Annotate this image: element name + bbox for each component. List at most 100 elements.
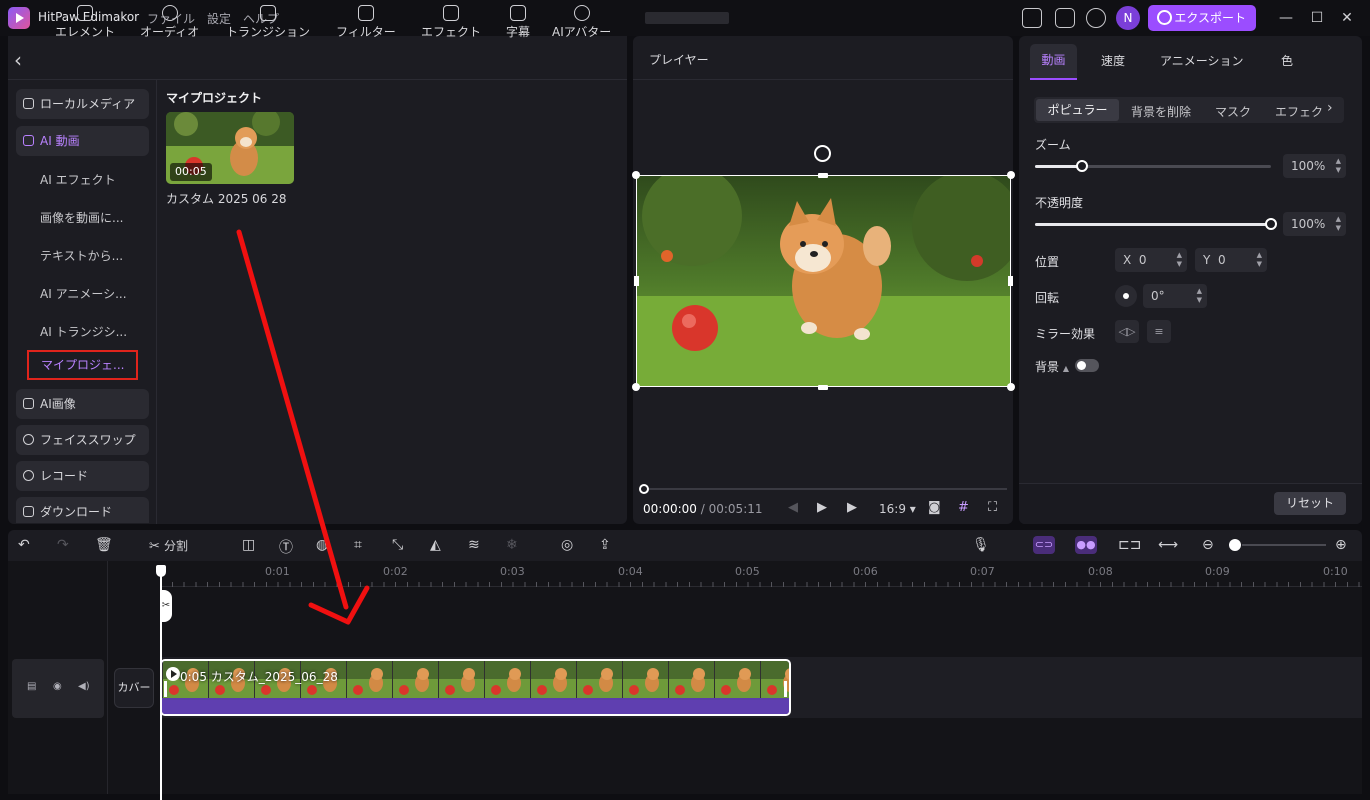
- text-icon[interactable]: Ⓣ: [279, 537, 293, 557]
- resize-handle[interactable]: [634, 276, 639, 286]
- sidebar-download[interactable]: ダウンロード: [16, 497, 149, 523]
- stepper-icon[interactable]: ▲ ▼: [1336, 157, 1341, 175]
- stepper-icon[interactable]: ▲ ▼: [1257, 251, 1262, 269]
- resize-handle[interactable]: [1008, 276, 1013, 286]
- freeze-icon[interactable]: ❄: [506, 537, 518, 553]
- opacity-slider[interactable]: [1035, 223, 1271, 226]
- resize-handle[interactable]: [632, 171, 640, 179]
- speaker-icon[interactable]: ◀): [78, 681, 90, 692]
- stepper-icon[interactable]: ▲ ▼: [1336, 215, 1341, 233]
- prev-frame-icon[interactable]: ◀: [788, 500, 798, 515]
- feedback-icon[interactable]: [1055, 8, 1075, 28]
- fullscreen-icon[interactable]: ⛶: [988, 500, 997, 515]
- tool-filter[interactable]: フィルター: [336, 2, 396, 40]
- reset-button[interactable]: リセット: [1274, 492, 1346, 515]
- tab-video[interactable]: 動画: [1030, 44, 1077, 80]
- resize-handle[interactable]: [1007, 171, 1015, 179]
- speed-icon[interactable]: ◍: [316, 537, 328, 553]
- cover-button[interactable]: カバー: [114, 668, 154, 708]
- magnet-icon[interactable]: ●●: [1075, 536, 1097, 554]
- rotation-input[interactable]: 0° ▲ ▼: [1143, 284, 1207, 308]
- minimize-icon[interactable]: —: [1277, 9, 1295, 27]
- zoom-slider[interactable]: [1035, 165, 1271, 168]
- rotate-icon[interactable]: [814, 145, 831, 162]
- chevron-right-icon[interactable]: ›: [1327, 100, 1333, 116]
- subtab-popular[interactable]: ポピュラー: [1036, 99, 1119, 121]
- tool-transition[interactable]: トランジション: [226, 2, 310, 40]
- sidebar-ai-video[interactable]: AI 動画: [16, 126, 149, 156]
- download-icon[interactable]: [1086, 8, 1106, 28]
- maximize-icon[interactable]: ☐: [1308, 9, 1326, 27]
- fit-icon[interactable]: ⟷: [1158, 537, 1178, 553]
- eye-icon[interactable]: ◉: [53, 681, 62, 692]
- video-preview[interactable]: [636, 175, 1011, 387]
- play-icon[interactable]: ▶: [817, 500, 827, 515]
- opacity-slider-knob[interactable]: [1265, 218, 1277, 230]
- grid-icon[interactable]: #: [958, 500, 969, 515]
- position-x-input[interactable]: X 0 ▲ ▼: [1115, 248, 1187, 272]
- tab-color[interactable]: 色: [1281, 52, 1293, 69]
- tab-speed[interactable]: 速度: [1101, 52, 1125, 69]
- zoom-in-icon[interactable]: ⊕: [1335, 537, 1347, 553]
- sidebar-subitem-ai-transition[interactable]: AI トランジシ...: [40, 323, 127, 340]
- ai-person-icon[interactable]: ◎: [561, 537, 573, 553]
- sidebar-subitem-my-project[interactable]: マイプロジェ...: [27, 350, 138, 380]
- mirror-vertical-icon[interactable]: ≡: [1147, 320, 1171, 343]
- video-clip[interactable]: 0:05 カスタム_2025_06_28: [160, 659, 791, 716]
- clip-trim-handle-left[interactable]: [164, 681, 167, 697]
- scissors-icon[interactable]: ✂: [160, 590, 172, 622]
- split-audio-icon[interactable]: ⊏⊐: [1118, 537, 1141, 553]
- stepper-icon[interactable]: ▲ ▼: [1197, 287, 1202, 305]
- resize-handle[interactable]: [818, 385, 828, 390]
- camera-icon[interactable]: ◙: [928, 500, 941, 515]
- tool-subtitle[interactable]: 字幕: [506, 2, 530, 40]
- subtab-remove-bg[interactable]: 背景を削除: [1131, 103, 1191, 120]
- tool-effect[interactable]: エフェクト: [421, 2, 481, 40]
- aspect-ratio-select[interactable]: 16:9 ▾: [879, 502, 916, 516]
- stepper-icon[interactable]: ▲ ▼: [1177, 251, 1182, 269]
- avatar[interactable]: N: [1116, 6, 1140, 30]
- delete-icon[interactable]: 🗑: [95, 537, 113, 553]
- timeline-zoom-knob[interactable]: [1229, 539, 1241, 551]
- resize-icon[interactable]: ⤡: [392, 537, 403, 553]
- clip-trim-handle-right[interactable]: [784, 681, 787, 697]
- link-icon[interactable]: ⊂⊃: [1033, 536, 1055, 554]
- zoom-input[interactable]: 100% ▲ ▼: [1283, 154, 1346, 178]
- close-icon[interactable]: ✕: [1338, 9, 1356, 27]
- position-y-input[interactable]: Y 0 ▲ ▼: [1195, 248, 1267, 272]
- tool-audio[interactable]: オーディオ: [140, 2, 199, 40]
- subtab-mask[interactable]: マスク: [1215, 103, 1251, 120]
- split-button[interactable]: ✂ 分割: [149, 537, 188, 554]
- opacity-input[interactable]: 100% ▲ ▼: [1283, 212, 1346, 236]
- sidebar-subitem-image-to-video[interactable]: 画像を動画に...: [40, 209, 123, 226]
- zoom-out-icon[interactable]: ⊖: [1202, 537, 1214, 553]
- resize-handle[interactable]: [818, 173, 828, 178]
- microphone-icon[interactable]: 🎙: [972, 537, 990, 553]
- sidebar-subitem-ai-animation[interactable]: AI アニメーシ...: [40, 285, 127, 302]
- layout-icon[interactable]: [1022, 8, 1042, 28]
- background-toggle[interactable]: [1075, 359, 1099, 372]
- scrubber-knob[interactable]: [639, 484, 649, 494]
- next-frame-icon[interactable]: ▶: [847, 500, 857, 515]
- sidebar-ai-image[interactable]: AI画像: [16, 389, 149, 419]
- mirror-icon[interactable]: ◭: [430, 537, 441, 553]
- mirror-horizontal-icon[interactable]: ◁▷: [1115, 320, 1139, 343]
- back-arrow-icon[interactable]: ‹: [14, 48, 22, 72]
- audio-wave-icon[interactable]: ≋: [468, 537, 480, 553]
- sidebar-local-media[interactable]: ローカルメディア: [16, 89, 149, 119]
- tab-animation[interactable]: アニメーション: [1160, 52, 1244, 69]
- tool-element[interactable]: エレメント: [55, 2, 115, 40]
- subtab-effect[interactable]: エフェク: [1275, 103, 1323, 120]
- resize-handle[interactable]: [632, 383, 640, 391]
- marker-icon[interactable]: ◫: [242, 537, 255, 553]
- undo-icon[interactable]: ↶: [18, 537, 30, 553]
- upload-frame-icon[interactable]: ⇪: [599, 537, 611, 553]
- playback-scrubber[interactable]: [643, 488, 1007, 490]
- sidebar-face-swap[interactable]: フェイススワップ: [16, 425, 149, 455]
- playhead-handle[interactable]: [156, 565, 166, 577]
- export-button[interactable]: エクスポート: [1148, 5, 1256, 31]
- tool-ai-avatar[interactable]: AIアバター: [552, 2, 611, 40]
- timeline-zoom-slider[interactable]: [1242, 544, 1326, 546]
- redo-icon[interactable]: ↷: [57, 537, 69, 553]
- sidebar-record[interactable]: レコード: [16, 461, 149, 491]
